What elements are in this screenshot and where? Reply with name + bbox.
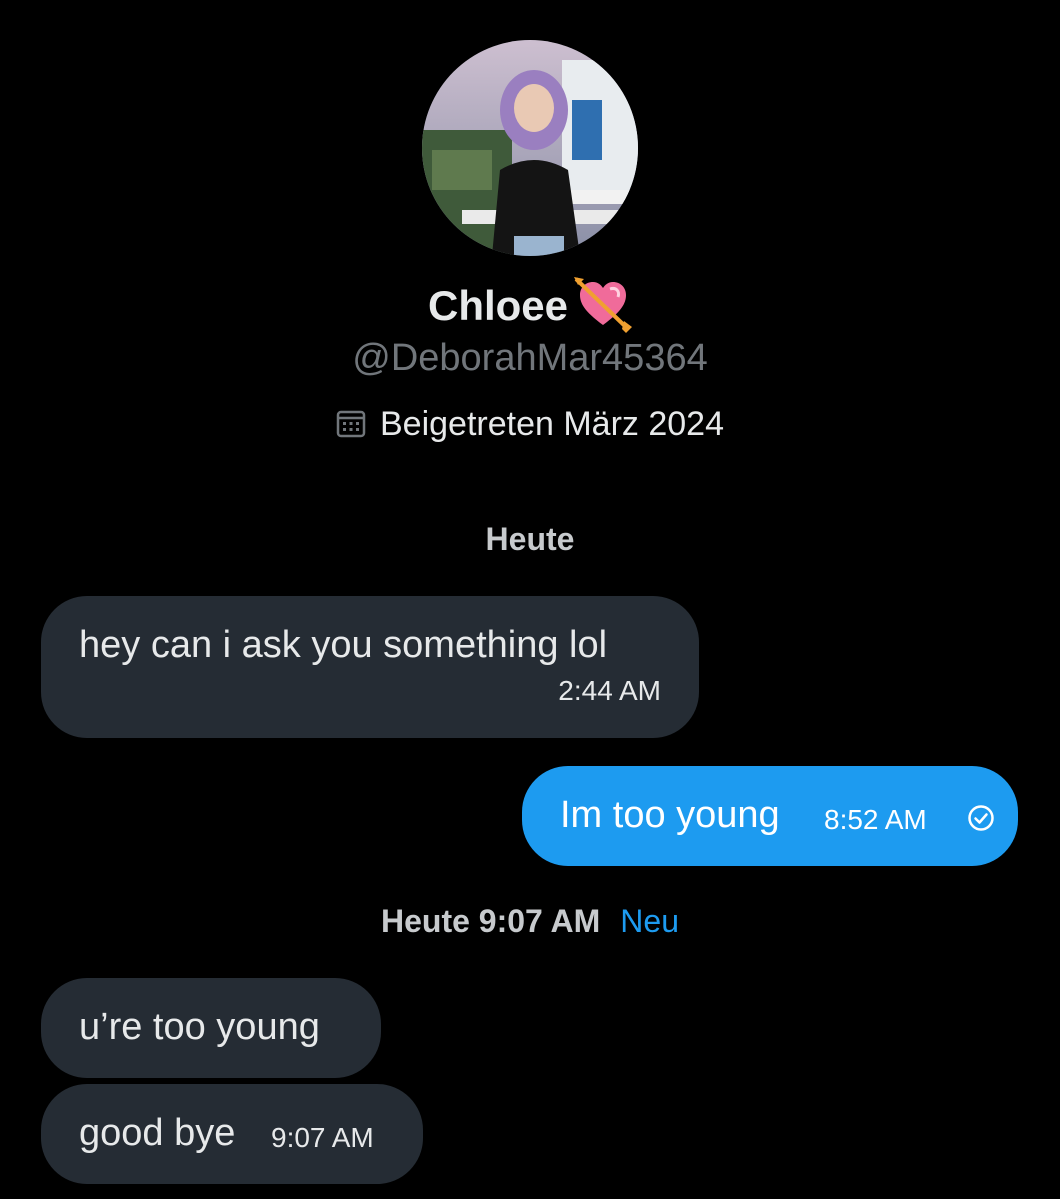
avatar-image (422, 40, 638, 256)
message-time: 9:07 AM (271, 1122, 374, 1153)
avatar[interactable] (422, 40, 638, 256)
message-time: 2:44 AM (558, 675, 661, 706)
message-bubble-incoming[interactable]: hey can i ask you something lol 2:44 AM (41, 596, 699, 738)
joined-date: Beigetreten März 2024 (0, 402, 1060, 446)
message-bubble-incoming[interactable]: u’re too young (41, 978, 381, 1078)
message-text: hey can i ask you something lol (79, 624, 608, 666)
new-messages-divider: Heute 9:07 AM Neu (0, 900, 1060, 942)
new-badge: Neu (620, 903, 679, 939)
display-name-row: Chloee (0, 276, 1060, 334)
heart-with-arrow-icon (574, 276, 633, 333)
message-bubble-incoming[interactable]: good bye 9:07 AM (41, 1084, 423, 1184)
joined-text: Beigetreten März 2024 (380, 405, 724, 443)
message-time: 8:52 AM (824, 804, 927, 835)
check-circle-icon (968, 805, 994, 831)
day-separator: Heute (485, 521, 575, 557)
divider-time: Heute 9:07 AM (380, 903, 601, 939)
message-text: u’re too young (79, 1006, 320, 1048)
calendar-icon (336, 410, 366, 438)
display-name: Chloee (427, 282, 569, 329)
user-handle[interactable]: @DeborahMar45364 (0, 334, 1060, 382)
message-text: good bye (79, 1112, 236, 1154)
message-text: Im too young (560, 794, 780, 836)
message-bubble-outgoing[interactable]: Im too young 8:52 AM (522, 766, 1018, 866)
